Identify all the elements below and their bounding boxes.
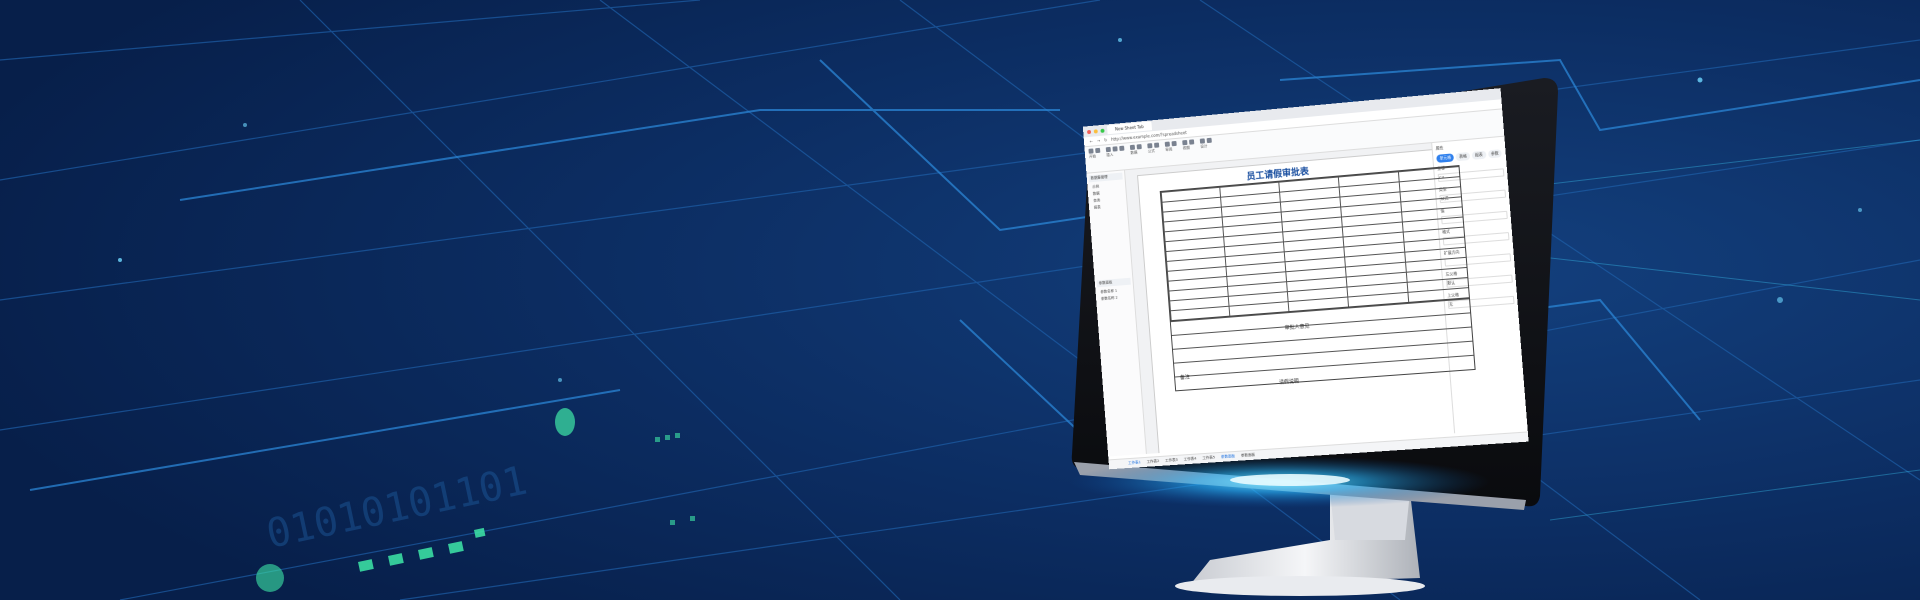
ribbon-group: 视图 [1182,139,1195,151]
section-label: 备注 [1179,374,1191,382]
ribbon-tab-1[interactable]: 插入 [1106,152,1125,159]
ribbon-group: 公式 [1147,142,1160,154]
align-center-icon[interactable] [1136,144,1142,150]
ribbon-group: 开始 [1088,147,1101,160]
sheet-tab[interactable]: 参数面板 [1221,454,1235,460]
tech-background: 01010101101 [0,0,1920,600]
ribbon-group: 设计 [1199,137,1213,150]
spreadsheet-grid[interactable]: 员工请假审批表 审批人意见 备注 请假说明 [1124,143,1476,454]
minimize-dot-icon[interactable] [1093,128,1098,134]
sheet-tab[interactable]: 工作表5 [1202,455,1215,461]
ribbon-group: 数据 [1129,144,1142,156]
ribbon-tab-4[interactable]: 审阅 [1165,147,1177,153]
property-tab[interactable]: 单元格 [1436,153,1455,163]
section-label: 请假说明 [1278,378,1300,386]
forward-icon[interactable]: → [1097,138,1101,143]
sheet-tab[interactable]: 工作表2 [1146,459,1159,465]
sheet-tab[interactable]: 工作表4 [1184,457,1197,463]
sheet-tab[interactable]: 参数面板 [1241,453,1256,459]
cut-icon[interactable] [1095,147,1101,154]
ribbon-tab-6[interactable]: 设计 [1200,144,1212,150]
align-left-icon[interactable] [1129,144,1136,151]
form-table[interactable] [1159,165,1470,322]
reload-icon[interactable]: ↻ [1104,137,1108,142]
close-dot-icon[interactable] [1086,129,1092,134]
property-tab[interactable]: 表格 [1455,151,1471,162]
preview-icon[interactable] [1199,138,1206,144]
italic-icon[interactable] [1112,146,1118,152]
maximize-dot-icon[interactable] [1100,128,1105,133]
ribbon-tab-5[interactable]: 视图 [1183,145,1195,151]
bold-icon[interactable] [1105,146,1111,153]
param-panel-title: 参数面板 [1096,277,1131,288]
filter-icon[interactable] [1171,140,1177,147]
param-item[interactable]: 参数名称 2 [1098,294,1132,304]
sheet-tab[interactable]: 工作表1 [1128,460,1141,466]
merge-icon[interactable] [1147,143,1153,149]
border-icon[interactable] [1154,142,1160,148]
chart-icon[interactable] [1182,139,1188,146]
ribbon-tab-2[interactable]: 数据 [1130,150,1142,156]
sheet-tab[interactable]: 工作表3 [1165,458,1178,464]
ribbon-tab-0[interactable]: 开始 [1089,154,1101,160]
back-icon[interactable]: ← [1090,139,1094,144]
image-icon[interactable] [1189,139,1195,145]
paste-icon[interactable] [1088,148,1094,154]
sort-icon[interactable] [1164,141,1170,147]
save-icon[interactable] [1206,137,1212,144]
ribbon-group: 插入 [1105,145,1125,159]
property-tab[interactable]: 报表 [1471,150,1487,160]
workspace: 数据集管理 示例 数据 查询 报表 参数面板 参数名称 1 参数名称 2 员工请… [1086,136,1528,457]
underline-icon[interactable] [1119,145,1125,151]
ribbon-tab-3[interactable]: 公式 [1148,148,1160,154]
monitor-screen: New Sheet Tab ← → ↻ http://www.example.c… [1082,88,1529,470]
property-tab[interactable]: 参数 [1487,149,1503,159]
ribbon-group: 审阅 [1164,140,1178,153]
